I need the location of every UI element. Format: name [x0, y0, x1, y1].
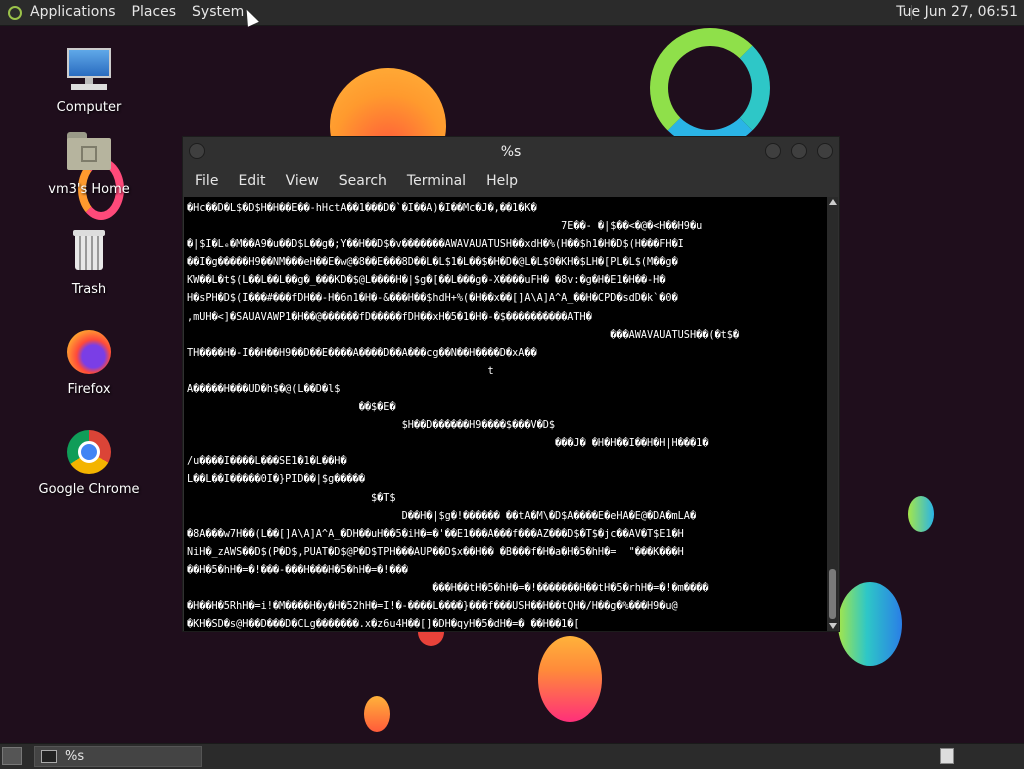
- menu-applications[interactable]: Applications: [22, 0, 124, 25]
- terminal-output: �Hc��D�L$�D$H�H��E��-hHctA��1���D�`�I��A…: [184, 197, 827, 631]
- desktop-icon-home[interactable]: vm3's Home: [34, 128, 144, 197]
- scrollbar-thumb[interactable]: [829, 569, 836, 619]
- terminal-line: D��H�|$g�!������ ��tA�M\�D$A����E�eHA�E@…: [187, 510, 697, 522]
- terminal-line: ��H�5�hH�=�!���-���H���H�5�hH�=�!���: [187, 564, 408, 576]
- terminal-line: TH����H�-I��H��H9��D��E����A����D��A���c…: [187, 347, 537, 359]
- top-panel: Applications Places System Tue Jun 27, 0…: [0, 0, 1024, 26]
- menu-file[interactable]: File: [185, 173, 228, 189]
- distro-logo-icon[interactable]: [8, 5, 22, 20]
- terminal-line: �Hc��D�L$�D$H�H��E��-hHctA��1���D�`�I��A…: [187, 203, 537, 214]
- desktop-icon-label: Firefox: [67, 382, 111, 397]
- terminal-line: ��I�g�����H9��NM���eH��E�w@�8��E���8D��L…: [187, 257, 678, 269]
- desktop-icon-label: Trash: [71, 282, 107, 297]
- terminal-screen[interactable]: �Hc��D�L$�D$H�H��E��-hHctA��1���D�`�I��A…: [184, 197, 827, 631]
- terminal-line: ���J� �H�H��I��H�H|H���1�: [187, 438, 709, 450]
- terminal-line: ,mUH�<]�SAUAVAWP1�H��@������fD�����fDH��…: [187, 311, 592, 323]
- close-button[interactable]: [817, 143, 833, 159]
- terminal-scrollbar[interactable]: [827, 197, 838, 631]
- taskbar-item-terminal[interactable]: %s: [34, 746, 202, 767]
- terminal-line: A�����H���UD�h$�@(L��D�l$: [187, 383, 341, 395]
- wallpaper-small-green-circle: [908, 496, 934, 532]
- terminal-line: t: [187, 365, 494, 377]
- desktop-icon-trash[interactable]: Trash: [34, 228, 144, 297]
- terminal-line: $H��D������H9����$���V�D$: [187, 420, 556, 432]
- menu-terminal[interactable]: Terminal: [397, 173, 476, 189]
- show-desktop-button[interactable]: [2, 747, 22, 765]
- taskbar-item-label: %s: [65, 749, 85, 764]
- desktop-icon-label: Google Chrome: [38, 482, 140, 497]
- home-folder-icon: [65, 128, 113, 176]
- terminal-icon: [41, 750, 57, 763]
- terminal-line: ���H��tH�5�hH�=�!�������H��tH�5�rhH�=�!�…: [187, 582, 709, 594]
- chrome-icon: [65, 428, 113, 476]
- scroll-up-arrow-icon[interactable]: [829, 199, 837, 205]
- terminal-menubar: File Edit View Search Terminal Help: [183, 167, 839, 195]
- terminal-line: �|$I�Lₑ�M��A9�u��D$L��g�;Y��H��D$�v�����…: [187, 239, 684, 251]
- desktop-icon-computer[interactable]: Computer: [34, 46, 144, 115]
- firefox-icon: [65, 328, 113, 376]
- terminal-line: KW��L�t$(L��L��L��g�_���KD�$@L����H�|$g�…: [187, 275, 666, 287]
- minimize-button[interactable]: [765, 143, 781, 159]
- wallpaper-ring: [650, 28, 770, 148]
- desktop-icon-firefox[interactable]: Firefox: [34, 328, 144, 397]
- terminal-line: ���AWAVAUATUSH��(�t$�: [187, 329, 740, 341]
- clock[interactable]: Tue Jun 27, 06:51: [896, 0, 1018, 25]
- computer-icon: [65, 46, 113, 94]
- wallpaper-small-orange-circle: [364, 696, 390, 732]
- terminal-window[interactable]: %s File Edit View Search Terminal Help �…: [182, 136, 840, 632]
- wallpaper-blue-circle: [838, 582, 902, 666]
- terminal-line: L��L��I�����0I�}PID��|$g�����: [187, 474, 365, 486]
- terminal-line: �KH�SD�s@H��D���D�CLg�������.x�z6u4H��[]…: [187, 619, 580, 631]
- menu-view[interactable]: View: [276, 173, 329, 189]
- terminal-line: 7E��- �|$��<�@�<H��H9�u: [187, 221, 703, 233]
- window-title: %s: [500, 144, 522, 160]
- terminal-line: �8A���w7H��(L��[]A\A]A^A_�DH��uH��5�iH�=…: [187, 528, 684, 540]
- desktop-icon-chrome[interactable]: Google Chrome: [34, 428, 144, 497]
- trash-icon: [65, 228, 113, 276]
- maximize-button[interactable]: [791, 143, 807, 159]
- menu-help[interactable]: Help: [476, 173, 528, 189]
- bottom-panel: %s: [0, 743, 1024, 769]
- scroll-down-arrow-icon[interactable]: [829, 623, 837, 629]
- menu-search[interactable]: Search: [329, 173, 397, 189]
- terminal-line: ��$�E�: [187, 402, 396, 414]
- terminal-line: H�sPH�D$(I���#���fDH��-H�6n1�H�-&���H��$…: [187, 293, 678, 305]
- desktop-icon-label: Computer: [56, 100, 122, 115]
- terminal-line: $�T$: [187, 492, 396, 504]
- desktop-icon-label: vm3's Home: [48, 182, 130, 197]
- terminal-line: /u����I����L���SE1�1�L��H�: [187, 456, 347, 468]
- wallpaper-pink-circle: [538, 636, 602, 722]
- workspace-switcher[interactable]: [940, 748, 954, 764]
- window-titlebar[interactable]: %s: [183, 137, 839, 167]
- terminal-line: �H��H�5RhH�=i!�M����H�y�H�52hH�=I!�-����…: [187, 601, 678, 613]
- menu-edit[interactable]: Edit: [228, 173, 275, 189]
- menu-places[interactable]: Places: [124, 0, 185, 25]
- terminal-line: NiH�_zAWS��D$(P�D$,PUAT�D$@P�D$TPH���AUP…: [187, 546, 684, 558]
